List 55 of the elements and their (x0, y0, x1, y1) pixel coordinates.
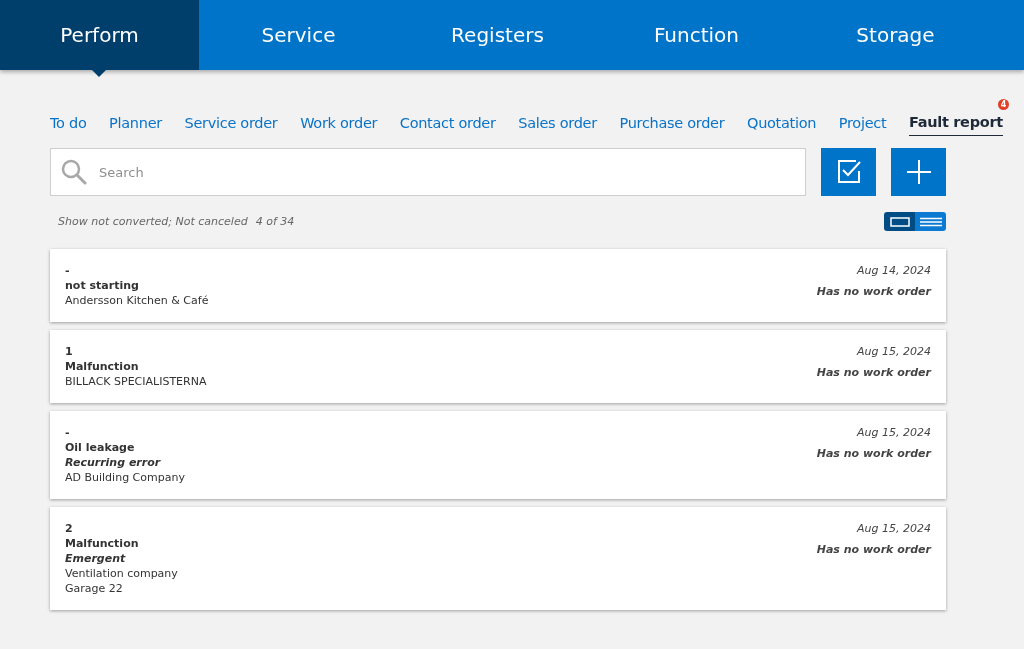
report-number: - (65, 264, 71, 277)
plus-icon (905, 159, 932, 185)
report-date: Aug 15, 2024 (857, 345, 931, 358)
report-title: not starting (65, 279, 140, 292)
report-number: 1 (65, 345, 74, 358)
filter-summary: Show not converted; Not canceled (58, 215, 248, 228)
sub-tab[interactable]: Planner (109, 112, 162, 136)
main-nav-tab[interactable]: Registers (398, 0, 597, 70)
report-title: Oil leakage (65, 441, 136, 454)
main-nav-tab[interactable]: Service (199, 0, 398, 70)
report-date: Aug 15, 2024 (857, 522, 931, 535)
card-view-icon (889, 216, 910, 227)
sub-tab[interactable]: Sales order (518, 112, 597, 136)
report-number: - (65, 426, 71, 439)
main-nav-tab[interactable]: Function (597, 0, 796, 70)
main-nav-tab[interactable]: Storage (796, 0, 995, 70)
report-title: Malfunction (65, 537, 140, 550)
sub-tab[interactable]: Project (838, 112, 887, 136)
result-count: 4 of 34 (255, 215, 295, 228)
sub-tab[interactable]: To do (50, 112, 87, 136)
customer-name: AD Building Company (65, 471, 185, 484)
list-view-icon (919, 216, 942, 227)
fault-report-card[interactable]: - not starting Andersson Kitchen & Café Aug 14, 2024 Has no work order (50, 249, 946, 322)
sub-tab[interactable]: Contact order (399, 112, 496, 136)
sub-tab[interactable]: Work order (300, 112, 378, 136)
list-view-button[interactable] (915, 212, 946, 231)
sub-tab[interactable]: Purchase order (619, 112, 725, 136)
report-date: Aug 15, 2024 (857, 426, 931, 439)
report-title: Malfunction (65, 360, 140, 373)
report-priority: Recurring error (65, 456, 162, 469)
work-order-status: Has no work order (816, 447, 931, 460)
fault-report-card[interactable]: - Oil leakage Recurring error AD Building Company Aug 15, 2024 Has no work order (50, 411, 946, 499)
sub-tab[interactable]: Quotation (747, 112, 817, 136)
fault-report-card[interactable]: 1 Malfunction BILLACK SPECIALISTERNA Aug 15, 2024 Has no work order (50, 330, 946, 403)
checkbox-icon (835, 159, 862, 185)
add-button[interactable] (891, 148, 946, 196)
count-badge: 4 (997, 99, 1009, 110)
report-number: 2 (65, 522, 74, 535)
work-order-status: Has no work order (816, 543, 931, 556)
location-name: Garage 22 (65, 582, 124, 595)
report-priority: Emergent (65, 552, 127, 565)
work-order-status: Has no work order (816, 285, 931, 298)
work-order-status: Has no work order (816, 366, 931, 379)
customer-name: BILLACK SPECIALISTERNA (65, 375, 207, 388)
customer-name: Andersson Kitchen & Café (65, 294, 209, 307)
pointer-icon (92, 70, 106, 77)
main-nav-tab[interactable]: Perform (0, 0, 199, 70)
select-button[interactable] (821, 148, 876, 196)
report-date: Aug 14, 2024 (857, 264, 931, 277)
search-field[interactable]: Search (50, 148, 806, 196)
sub-tab[interactable]: Service order (184, 112, 278, 136)
customer-name: Ventilation company (65, 567, 178, 580)
search-icon (61, 159, 87, 185)
fault-report-card[interactable]: 2 Malfunction Emergent Ventilation company Garage 22 Aug 15, 2024 Has no work order (50, 507, 946, 610)
card-view-button[interactable] (884, 212, 915, 231)
